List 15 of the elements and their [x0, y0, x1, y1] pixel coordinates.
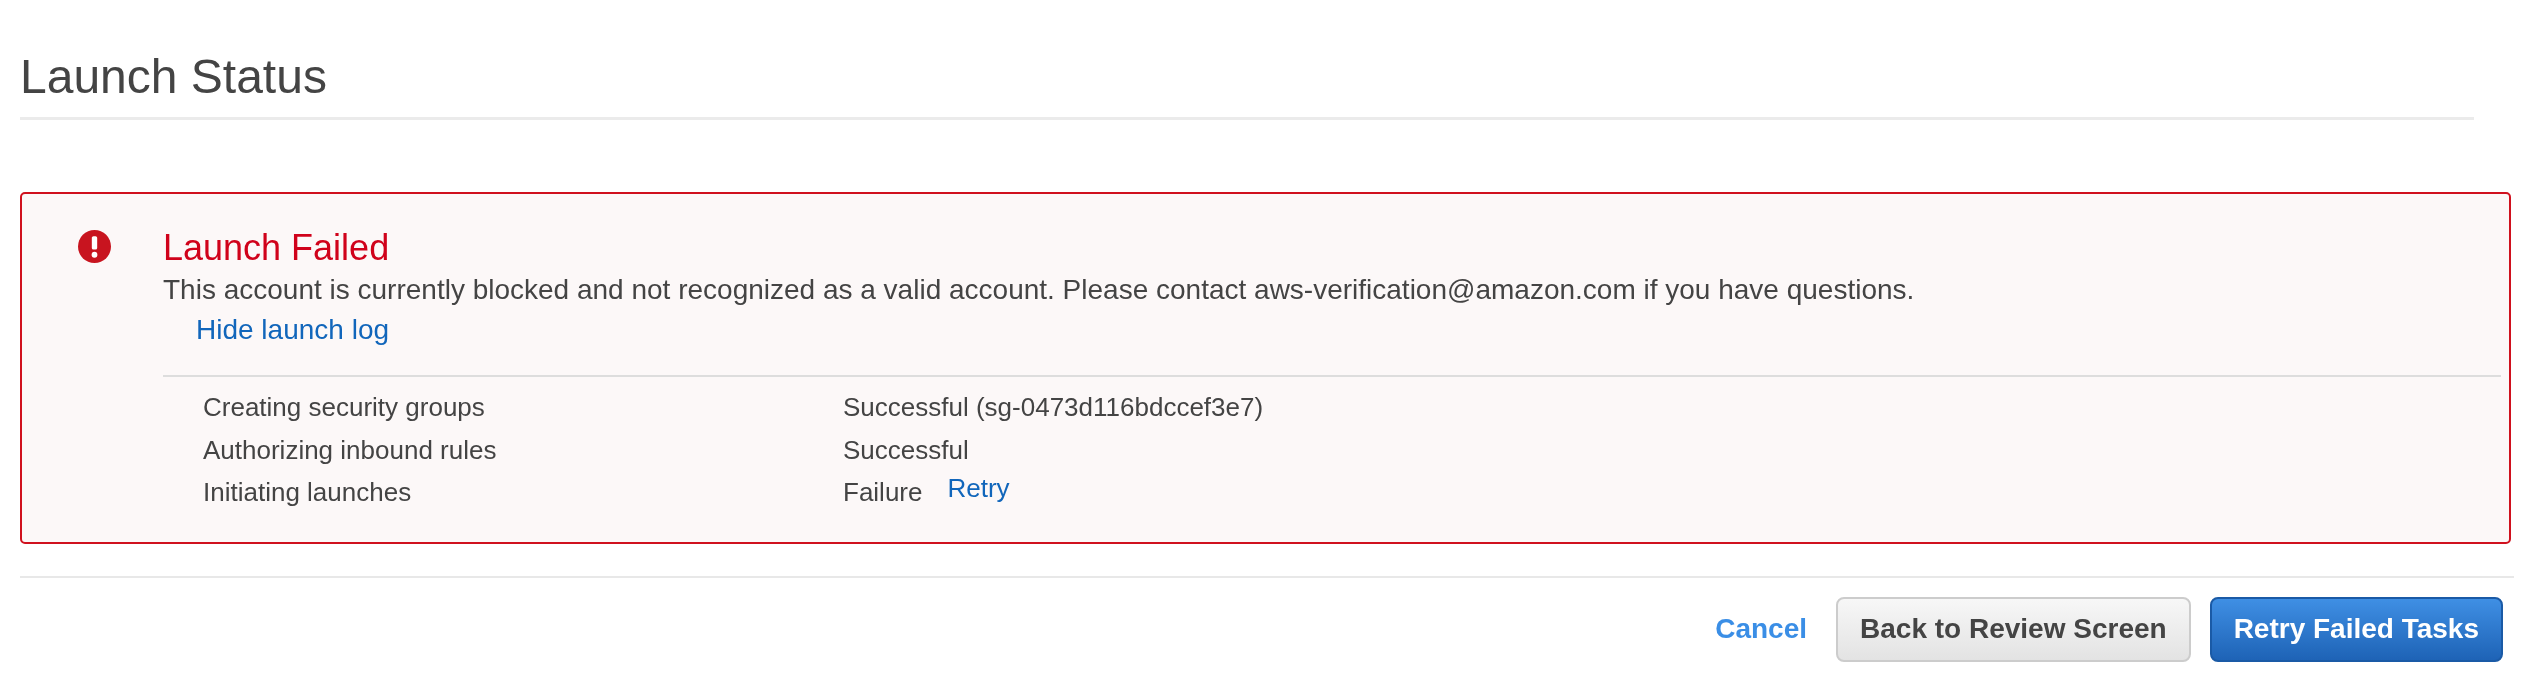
cancel-link[interactable]: Cancel: [1715, 612, 1808, 646]
alert-message: This account is currently blocked and not recognized as a valid account. Please contact aws-verification@amazon.com if you have questions.: [163, 273, 1915, 307]
log-status: Successful (sg-0473d116bdccef3e7): [843, 391, 1264, 424]
log-step: Creating security groups: [203, 386, 843, 429]
log-status: Failure: [843, 476, 923, 509]
page-title: Launch Status: [20, 49, 327, 105]
exclamation-circle-icon: [78, 230, 111, 263]
hide-log-link[interactable]: Hide launch log: [196, 314, 390, 345]
retry-link[interactable]: Retry: [947, 471, 1010, 514]
log-status: Successful: [843, 433, 969, 467]
log-step: Initiating launches: [203, 471, 843, 514]
retry-tasks-button[interactable]: Retry Failed Tasks: [2209, 596, 2503, 662]
back-button[interactable]: Back to Review Screen: [1836, 596, 2191, 662]
log-step: Authorizing inbound rules: [203, 428, 843, 471]
alert-title: Launch Failed: [163, 227, 390, 269]
